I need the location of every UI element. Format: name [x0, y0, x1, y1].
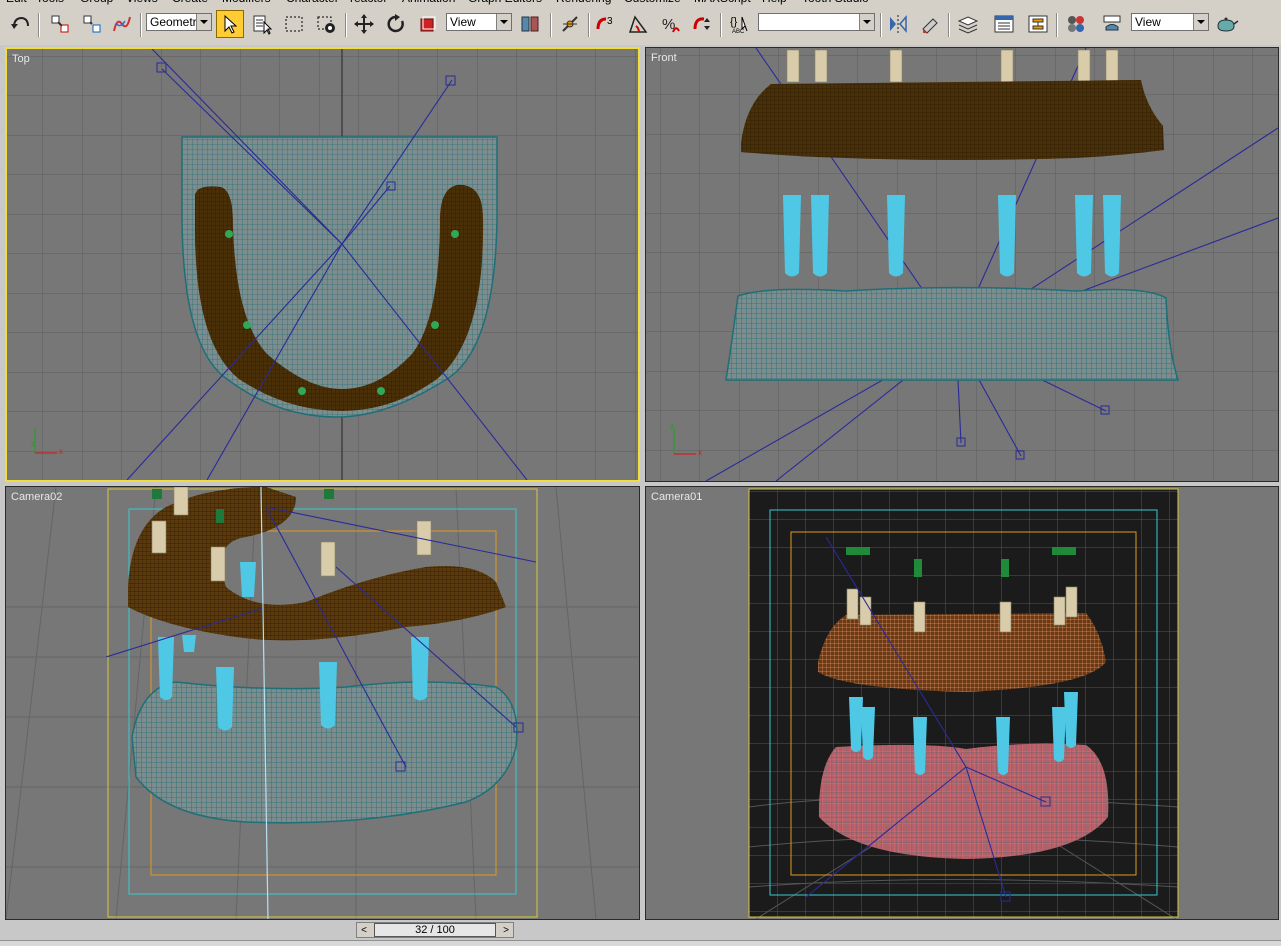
viewport-label-front[interactable]: Front: [651, 52, 677, 64]
named-selection-dropdown[interactable]: [758, 13, 875, 31]
manipulate-icon[interactable]: [556, 10, 584, 38]
top-view-scene: [7, 49, 638, 480]
select-link-icon[interactable]: [46, 10, 74, 38]
pivot-center-icon[interactable]: [516, 10, 544, 38]
layer-manager-icon[interactable]: [954, 10, 982, 38]
edit-named-sets-icon[interactable]: {} ABC: [726, 10, 754, 38]
time-prev-arrow[interactable]: <: [357, 923, 371, 937]
camera01-scene: [748, 488, 1179, 919]
unlink-icon[interactable]: [78, 10, 106, 38]
render-view-value: View: [1135, 15, 1161, 29]
mirror-icon[interactable]: [884, 10, 912, 38]
main-toolbar: Geometry View 3 % {} ABC View: [0, 5, 1281, 46]
axis-x-label: x: [59, 447, 63, 456]
undo-icon[interactable]: [6, 10, 34, 38]
time-slider-bar: < 32 / 100 >: [0, 921, 1281, 946]
chevron-down-icon: [859, 14, 874, 30]
percent-snap-icon[interactable]: %: [656, 10, 684, 38]
move-icon[interactable]: [350, 10, 378, 38]
svg-text:{}: {}: [730, 16, 738, 28]
select-object-icon[interactable]: [216, 10, 244, 38]
reference-coordinate-dropdown[interactable]: View: [446, 13, 512, 31]
viewport-top[interactable]: Top z x: [5, 47, 640, 482]
viewport-camera02[interactable]: Camera02: [5, 486, 640, 920]
viewport-camera01[interactable]: Camera01: [645, 486, 1279, 920]
ref-coord-value: View: [450, 15, 476, 29]
viewport-label-camera01[interactable]: Camera01: [651, 491, 702, 503]
render-view-dropdown[interactable]: View: [1131, 13, 1209, 31]
chevron-down-icon: [1193, 14, 1208, 30]
time-slider[interactable]: < 32 / 100 >: [356, 922, 514, 938]
viewport-label-camera02[interactable]: Camera02: [11, 491, 62, 503]
rect-selection-icon[interactable]: [280, 10, 308, 38]
align-icon[interactable]: [916, 10, 944, 38]
selection-filter-value: Geometry: [150, 15, 203, 29]
select-by-name-icon[interactable]: [248, 10, 276, 38]
viewport-label-top[interactable]: Top: [12, 53, 30, 65]
schematic-view-icon[interactable]: [1024, 10, 1052, 38]
track-ruler[interactable]: [0, 940, 1281, 946]
svg-text:ABC: ABC: [732, 29, 745, 35]
svg-text:3: 3: [607, 16, 613, 27]
chevron-down-icon: [496, 14, 511, 30]
selection-filter-dropdown[interactable]: Geometry: [146, 13, 212, 31]
axis-z-label: z: [670, 422, 674, 431]
angle-snap-icon[interactable]: [624, 10, 652, 38]
window-crossing-icon[interactable]: [312, 10, 340, 38]
viewport-front[interactable]: Front z x: [645, 47, 1279, 482]
curve-editor-icon[interactable]: [990, 10, 1018, 38]
render-scene-icon[interactable]: [1098, 10, 1126, 38]
material-editor-icon[interactable]: [1062, 10, 1090, 38]
snap-3d-icon[interactable]: 3: [592, 10, 620, 38]
chevron-down-icon: [196, 14, 211, 30]
quick-render-icon[interactable]: [1212, 10, 1240, 38]
axis-z-label: z: [31, 439, 35, 448]
rotate-icon[interactable]: [382, 10, 410, 38]
time-slider-thumb[interactable]: 32 / 100: [374, 923, 496, 937]
front-view-scene: [646, 48, 1278, 481]
axis-x-label: x: [698, 448, 702, 457]
time-next-arrow[interactable]: >: [499, 923, 513, 937]
spinner-snap-icon[interactable]: [688, 10, 716, 38]
camera02-scene: [6, 487, 639, 919]
viewport-area: Top z x Front z x Camera02 Camera01: [0, 45, 1281, 921]
scale-icon[interactable]: [414, 10, 442, 38]
bind-space-warp-icon[interactable]: [108, 10, 136, 38]
